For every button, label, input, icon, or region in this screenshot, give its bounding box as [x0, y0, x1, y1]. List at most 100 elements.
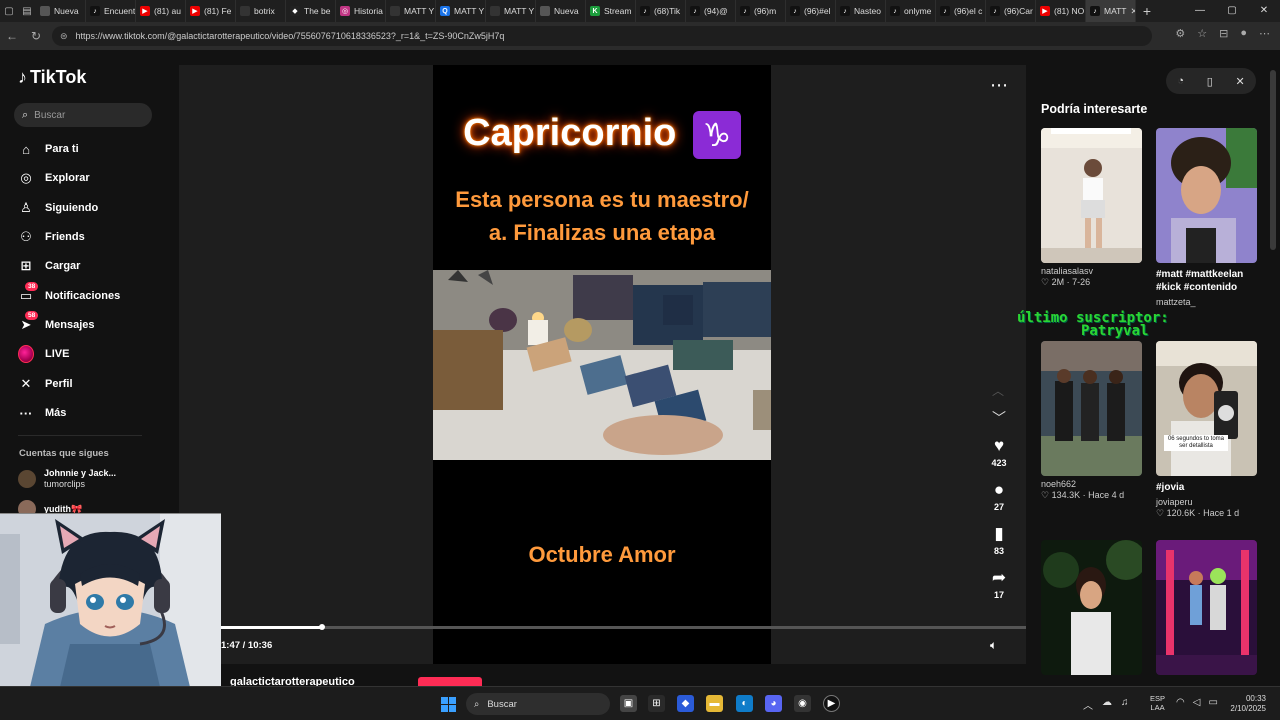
edge-browser-icon[interactable]: ◐ — [736, 695, 753, 712]
media-player-icon[interactable]: ▶ — [823, 695, 840, 712]
save-button[interactable]: ▮ 83 — [982, 524, 1016, 556]
more-options-icon[interactable]: ⋯ — [990, 75, 1008, 96]
browser-tab[interactable]: ♪ Encuentra — [86, 0, 136, 22]
task-view-icon[interactable]: ▣ — [620, 695, 637, 712]
site-info-icon[interactable]: ⊜ — [60, 31, 68, 42]
recommended-video-card[interactable]: 06 segundos to toma ser detallista #jovi… — [1156, 341, 1257, 519]
progress-handle[interactable] — [319, 624, 325, 630]
back-button[interactable]: ← — [0, 29, 24, 43]
browser-tab[interactable]: MATT Y — [486, 0, 536, 22]
minimize-button[interactable]: — — [1184, 0, 1216, 22]
copilot-icon[interactable]: ◆ — [677, 695, 694, 712]
extensions-icon[interactable]: ⚙ — [1175, 27, 1185, 40]
tab-label: Nueva — [54, 6, 79, 16]
page-scrollbar[interactable] — [1270, 70, 1276, 250]
sidebar-item-live[interactable]: LIVE — [18, 344, 69, 364]
tab-favicon-icon: ▶ — [190, 6, 200, 16]
sidebar-item-friends[interactable]: ⚇ Friends — [18, 227, 85, 247]
video-progress-bar[interactable] — [221, 624, 1026, 630]
coins-icon[interactable]: ◔ — [1177, 75, 1184, 87]
browser-tab[interactable]: Nueva — [536, 0, 586, 22]
share-button[interactable]: ➦ 17 — [982, 568, 1016, 600]
video-stage: Capricornio ♑ Esta persona es tu maestro… — [179, 65, 1026, 664]
save-count: 83 — [993, 546, 1004, 556]
microphone-icon[interactable]: ♫ — [1121, 697, 1129, 712]
recommended-video-card[interactable]: #matt #mattkeelan #kick #contenido mattz… — [1156, 128, 1257, 307]
volume-icon[interactable]: 🔈︎ — [990, 638, 997, 653]
recommended-video-card[interactable] — [1156, 540, 1257, 675]
browser-tab[interactable]: MATT Y — [386, 0, 436, 22]
card-meta: ♡ 134.3K · Hace 4 d — [1041, 490, 1125, 500]
browser-tab[interactable]: ◎ Historia — [336, 0, 386, 22]
video-author[interactable]: galactictarotterapeutico — [230, 676, 355, 686]
show-hidden-icons[interactable]: ︿ — [1083, 697, 1093, 712]
quick-settings[interactable]: ◠ ◁ ▭ — [1176, 697, 1218, 708]
browser-tab[interactable]: ♪ (68)Tik — [636, 0, 686, 22]
browser-tab[interactable]: ◆ The be — [286, 0, 336, 22]
comment-button[interactable]: ● 27 — [982, 480, 1016, 512]
browser-tab[interactable]: botrix — [236, 0, 286, 22]
reload-button[interactable]: ↻ — [24, 29, 48, 43]
browser-tab[interactable]: ♪ MATT ✕ — [1086, 0, 1136, 22]
following-account[interactable]: Johnnie y Jack... tumorclips — [18, 468, 116, 490]
taskbar-search[interactable]: ⌕ Buscar — [466, 693, 610, 715]
share-icon: ➦ — [991, 568, 1007, 587]
browser-tab[interactable]: ♪ (96)el c — [936, 0, 986, 22]
previous-video-icon[interactable]: ︿ — [992, 382, 1004, 399]
sidebar-item-label: Explorar — [45, 172, 90, 184]
obs-icon[interactable]: ◉ — [794, 695, 811, 712]
next-video-icon[interactable]: ﹀ — [992, 408, 1006, 428]
close-window-button[interactable]: ✕ — [1248, 0, 1280, 22]
new-tab-button[interactable]: + — [1136, 3, 1158, 19]
browser-tab[interactable]: ♪ (96)Car — [986, 0, 1036, 22]
sidebar-item-para-ti[interactable]: ⌂ Para ti — [18, 139, 79, 159]
browser-tab[interactable]: Nueva — [36, 0, 86, 22]
tab-search-icon[interactable]: ▢ — [0, 0, 18, 22]
sidebar-item-mensajes[interactable]: ➤ 58 Mensajes — [18, 311, 95, 335]
profile-icon-browser[interactable]: ● — [1240, 27, 1247, 40]
onedrive-icon[interactable]: ☁ — [1102, 697, 1112, 712]
sidebar-search-input[interactable]: ⌕ Buscar — [14, 103, 152, 127]
address-bar-row: ← ↻ ⊜ https://www.tiktok.com/@galacticta… — [0, 22, 1280, 50]
browser-tab[interactable]: ♪ (94)@ — [686, 0, 736, 22]
follow-button[interactable] — [418, 677, 482, 686]
recommended-video-card[interactable]: noeh662 ♡ 134.3K · Hace 4 d — [1041, 341, 1142, 501]
collections-icon[interactable]: ⊟ — [1219, 27, 1228, 40]
recommended-video-card[interactable]: nataliasalasv ♡ 2M · 7-26 — [1041, 128, 1142, 288]
discord-icon[interactable]: ◕ — [765, 695, 782, 712]
clock[interactable]: 00:33 2/10/2025 — [1226, 694, 1266, 714]
browser-tab[interactable]: ♪ onlyme — [886, 0, 936, 22]
language-indicator[interactable]: ESP LAA — [1150, 694, 1165, 712]
sidebar-item-explorar[interactable]: ◎ Explorar — [18, 168, 90, 188]
close-tab-icon[interactable]: ✕ — [1131, 6, 1135, 17]
sidebar-item-label: Notificaciones — [45, 290, 121, 302]
profile-avatar-icon[interactable]: ✕ — [1235, 75, 1244, 88]
sidebar-item-siguiendo[interactable]: ♙ Siguiendo — [18, 198, 98, 218]
file-explorer-icon[interactable]: ▬ — [706, 695, 723, 712]
workspaces-icon[interactable]: ▤ — [18, 0, 36, 22]
browser-tab[interactable]: ▶ (81) au — [136, 0, 186, 22]
browser-tab[interactable]: Q MATT Y — [436, 0, 486, 22]
like-button[interactable]: ♥ 423 — [982, 436, 1016, 468]
device-icon[interactable]: ▯ — [1207, 75, 1213, 88]
browser-tab[interactable]: ♪ Nasteo — [836, 0, 886, 22]
store-icon[interactable]: ⊞ — [648, 695, 665, 712]
avatar — [18, 470, 36, 488]
video-player[interactable]: Capricornio ♑ Esta persona es tu maestro… — [433, 65, 771, 664]
browser-tab[interactable]: ♪ (96)#el — [786, 0, 836, 22]
sidebar-item-notificaciones[interactable]: ▭ 38 Notificaciones — [18, 282, 121, 306]
maximize-button[interactable]: ▢ — [1216, 0, 1248, 22]
browser-tab[interactable]: ▶ (81) Fe — [186, 0, 236, 22]
address-bar[interactable]: ⊜ https://www.tiktok.com/@galactictarott… — [52, 26, 1152, 46]
browser-tab[interactable]: ▶ (81) NO — [1036, 0, 1086, 22]
favorites-icon[interactable]: ☆ — [1197, 27, 1207, 40]
menu-icon[interactable]: ⋯ — [1259, 27, 1270, 40]
sidebar-item-cargar[interactable]: ⊞ Cargar — [18, 256, 81, 276]
sidebar-item-perfil[interactable]: ✕ Perfil — [18, 374, 73, 394]
recommended-video-card[interactable] — [1041, 540, 1142, 675]
browser-tab[interactable]: K Stream — [586, 0, 636, 22]
sidebar-item-m-s[interactable]: ··· Más — [18, 403, 67, 423]
browser-tab[interactable]: ♪ (96)m — [736, 0, 786, 22]
tiktok-logo[interactable]: ♪ TikTok — [18, 67, 86, 88]
windows-start-icon[interactable] — [441, 697, 456, 712]
